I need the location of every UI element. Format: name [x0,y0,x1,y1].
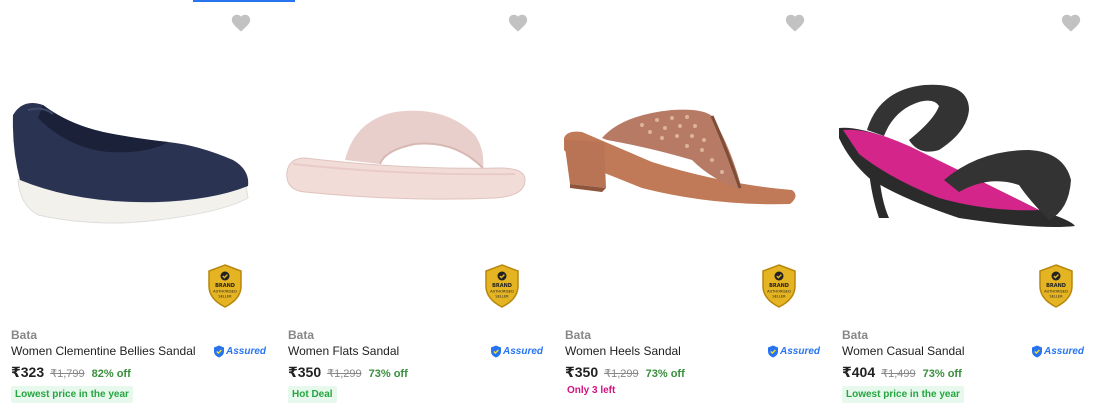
assured-label: Assured [225,345,266,357]
assured-badge: Assured [490,345,543,358]
offer-tag: Lowest price in the year [11,386,133,403]
product-image[interactable] [8,80,254,230]
assured-label: Assured [779,345,820,357]
badge-line-1: BRAND [215,283,235,289]
product-image[interactable] [839,80,1085,230]
product-image[interactable] [562,80,808,230]
badge-line-2: AUTHORISED [213,290,237,294]
navy-bellies-shoe-icon [12,102,249,224]
assured-badge: Assured [213,345,266,358]
selling-price: ₹350 [565,364,599,380]
assured-badge: Assured [1031,345,1084,358]
original-price: ₹1,499 [881,368,916,380]
assured-shield-icon [1031,345,1042,357]
wishlist-heart-icon[interactable] [784,12,806,34]
discount-percent: 73% off [368,368,408,380]
offer-tag: Lowest price in the year [842,386,964,403]
product-title[interactable]: Women Clementine Bellies Sandal [11,344,196,358]
product-brand: Bata [288,328,315,342]
wishlist-heart-icon[interactable] [230,12,252,34]
stock-warning-tag: Only 3 left [567,385,616,396]
selling-price: ₹323 [11,364,45,380]
discount-percent: 73% off [645,368,685,380]
assured-shield-icon [213,345,224,357]
badge-line-2: AUTHORISED [490,290,514,294]
product-grid: BRAND AUTHORISED SELLER Bata Women Cleme… [0,0,1094,405]
badge-line-1: BRAND [1046,283,1066,289]
badge-line-2: AUTHORISED [767,290,791,294]
wishlist-heart-icon[interactable] [507,12,529,34]
product-image[interactable] [285,80,531,230]
badge-line-2: AUTHORISED [1044,290,1068,294]
brand-authorised-seller-badge: BRAND AUTHORISED SELLER [483,264,521,308]
product-card[interactable]: BRAND AUTHORISED SELLER Bata Women Heels… [554,0,831,405]
badge-line-3: SELLER [495,295,509,299]
assured-shield-icon [767,345,778,357]
product-card[interactable]: BRAND AUTHORISED SELLER Bata Women Casua… [831,0,1094,405]
badge-line-3: SELLER [218,295,232,299]
brand-authorised-seller-badge: BRAND AUTHORISED SELLER [760,264,798,308]
badge-line-1: BRAND [492,283,512,289]
discount-percent: 82% off [91,368,131,380]
offer-tag: Hot Deal [288,386,337,403]
black-kitten-heel-icon [839,84,1075,227]
assured-badge: Assured [767,345,820,358]
brand-authorised-seller-badge: BRAND AUTHORISED SELLER [206,264,244,308]
assured-label: Assured [1043,345,1084,357]
brown-heel-thong-icon [564,109,796,205]
badge-line-3: SELLER [772,295,786,299]
product-brand: Bata [842,328,869,342]
product-brand: Bata [11,328,38,342]
pink-flat-slide-icon [286,110,526,200]
product-title[interactable]: Women Heels Sandal [565,344,681,358]
selling-price: ₹404 [842,364,876,380]
product-title[interactable]: Women Casual Sandal [842,344,965,358]
assured-shield-icon [490,345,501,357]
product-brand: Bata [565,328,592,342]
product-card[interactable]: BRAND AUTHORISED SELLER Bata Women Flats… [277,0,554,405]
product-card[interactable]: BRAND AUTHORISED SELLER Bata Women Cleme… [0,0,277,405]
discount-percent: 73% off [922,368,962,380]
assured-label: Assured [502,345,543,357]
product-title[interactable]: Women Flats Sandal [288,344,399,358]
wishlist-heart-icon[interactable] [1060,12,1082,34]
original-price: ₹1,799 [50,368,85,380]
brand-authorised-seller-badge: BRAND AUTHORISED SELLER [1037,264,1075,308]
badge-line-3: SELLER [1049,295,1063,299]
selling-price: ₹350 [288,364,322,380]
original-price: ₹1,299 [327,368,362,380]
badge-line-1: BRAND [769,283,789,289]
original-price: ₹1,299 [604,368,639,380]
